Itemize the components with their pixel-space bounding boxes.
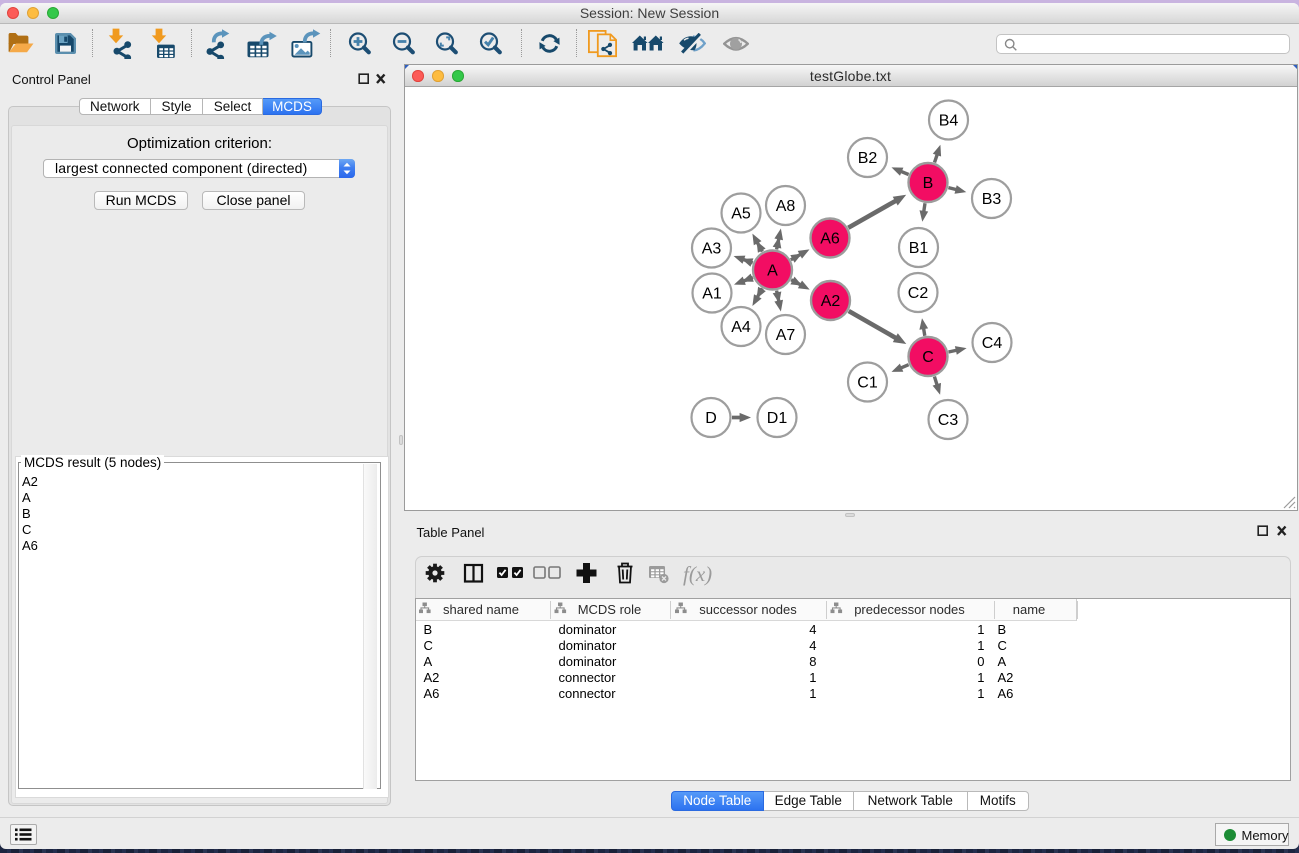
- svg-text:A2: A2: [820, 293, 840, 310]
- svg-text:C1: C1: [857, 374, 878, 391]
- svg-text:A: A: [767, 262, 778, 279]
- svg-text:D: D: [705, 410, 717, 427]
- svg-text:A8: A8: [775, 198, 795, 215]
- svg-text:C: C: [922, 349, 934, 366]
- svg-text:C3: C3: [937, 412, 958, 429]
- svg-text:A7: A7: [775, 327, 795, 344]
- svg-text:B2: B2: [857, 150, 877, 167]
- svg-text:B1: B1: [908, 240, 928, 257]
- svg-text:B3: B3: [981, 191, 1001, 208]
- svg-text:D1: D1: [766, 410, 787, 427]
- svg-text:B: B: [922, 175, 933, 192]
- svg-text:C2: C2: [907, 285, 928, 302]
- svg-text:A6: A6: [820, 230, 840, 247]
- svg-text:A3: A3: [701, 240, 721, 257]
- svg-text:C4: C4: [981, 335, 1002, 352]
- svg-text:A5: A5: [731, 205, 751, 222]
- svg-text:B4: B4: [938, 112, 958, 129]
- svg-text:A4: A4: [731, 319, 751, 336]
- svg-text:A1: A1: [702, 285, 722, 302]
